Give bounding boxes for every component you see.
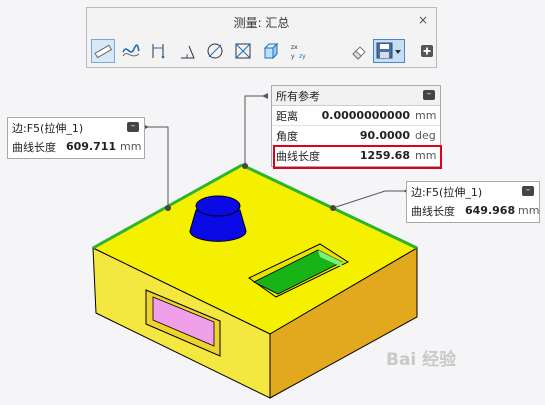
blue-cylinder-top[interactable] bbox=[195, 195, 241, 217]
svg-text:zx: zx bbox=[291, 44, 298, 51]
add-icon[interactable] bbox=[415, 39, 439, 63]
row-unit: deg bbox=[415, 129, 436, 142]
toolbar-title: 测量: 汇总 bbox=[233, 16, 290, 30]
leader-line-summary bbox=[244, 95, 266, 166]
anchor-point-right bbox=[330, 205, 336, 211]
angle-icon[interactable] bbox=[175, 39, 199, 63]
watermark: Bai 经验 bbox=[386, 350, 457, 370]
anchor-point-top bbox=[242, 163, 248, 169]
row-value: 90.0000 bbox=[359, 129, 410, 142]
summary-row-distance: 距离 0.0000000000 mm bbox=[272, 106, 440, 125]
leader-line-right bbox=[332, 190, 406, 209]
anchor-point-left bbox=[165, 205, 171, 211]
row-label: 距离 bbox=[276, 109, 298, 123]
eraser-icon[interactable] bbox=[347, 39, 371, 63]
diameter-icon[interactable] bbox=[203, 39, 227, 63]
transform-icon[interactable]: zx y zy bbox=[287, 39, 311, 63]
row-unit: mm bbox=[415, 109, 437, 122]
callout-unit: mm bbox=[518, 204, 540, 217]
callout-value: 609.711 bbox=[66, 140, 117, 153]
svg-text:zy: zy bbox=[299, 53, 306, 60]
dropdown-arrow-icon[interactable] bbox=[395, 50, 401, 54]
summary-title: 所有参考 bbox=[276, 89, 320, 103]
distance-icon[interactable] bbox=[147, 39, 171, 63]
callout-unit: mm bbox=[120, 140, 142, 153]
svg-text:y: y bbox=[291, 53, 295, 60]
callout-title: 边:F5(拉伸_1) bbox=[411, 185, 483, 199]
minimize-icon[interactable]: – bbox=[522, 186, 534, 196]
minimize-icon[interactable]: – bbox=[423, 90, 435, 100]
close-icon[interactable]: × bbox=[418, 13, 428, 27]
leader-arrow-summary bbox=[262, 93, 268, 99]
ruler-icon[interactable] bbox=[91, 39, 115, 63]
highlight-box bbox=[273, 145, 442, 169]
area-icon[interactable] bbox=[231, 39, 255, 63]
measure-toolbar[interactable]: 测量: 汇总 × zx y zy bbox=[86, 7, 437, 68]
volume-icon[interactable] bbox=[259, 39, 283, 63]
curve-length-icon[interactable] bbox=[119, 39, 143, 63]
left-edge-callout[interactable]: 边:F5(拉伸_1) – 曲线长度 609.711 mm bbox=[7, 117, 145, 159]
row-value: 0.0000000000 bbox=[321, 109, 410, 122]
row-label: 角度 bbox=[276, 129, 298, 143]
callout-label: 曲线长度 bbox=[12, 140, 56, 154]
save-icon[interactable] bbox=[373, 39, 405, 63]
summary-row-angle: 角度 90.0000 deg bbox=[272, 125, 440, 145]
callout-label: 曲线长度 bbox=[411, 204, 455, 218]
callout-title: 边:F5(拉伸_1) bbox=[12, 121, 84, 135]
minimize-icon[interactable]: – bbox=[127, 122, 139, 132]
callout-value: 649.968 bbox=[465, 204, 516, 217]
leader-line-left bbox=[146, 126, 169, 208]
right-edge-callout[interactable]: 边:F5(拉伸_1) – 曲线长度 649.968 mm bbox=[406, 181, 540, 223]
